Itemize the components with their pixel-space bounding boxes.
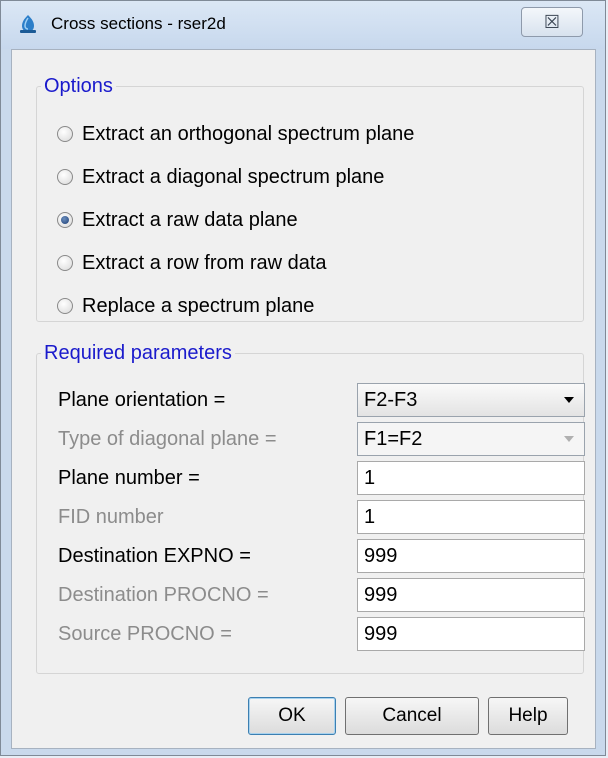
required-parameters-group: Required parameters Plane orientation = … (36, 342, 585, 674)
fid-number-label: FID number (58, 506, 164, 528)
destination-expno-input[interactable]: 999 (357, 539, 585, 573)
chevron-down-icon (564, 436, 574, 442)
app-icon (20, 15, 36, 33)
radio-diagonal-plane[interactable]: Extract a diagonal spectrum plane (57, 162, 384, 192)
radio-label: Replace a spectrum plane (82, 294, 315, 317)
destination-expno-label: Destination EXPNO = (58, 545, 251, 567)
dialog-body: Options Extract an orthogonal spectrum p… (11, 49, 596, 749)
source-procno-input[interactable]: 999 (357, 617, 585, 651)
radio-row-from-raw-data[interactable]: Extract a row from raw data (57, 248, 327, 278)
radio-label: Extract a row from raw data (82, 251, 327, 274)
plane-orientation-select[interactable]: F2-F3 (357, 383, 585, 417)
destination-procno-label: Destination PROCNO = (58, 584, 269, 606)
window-title: Cross sections - rser2d (51, 14, 226, 33)
radio-button[interactable] (57, 255, 73, 271)
plane-number-input[interactable]: 1 (357, 461, 585, 495)
cancel-button[interactable]: Cancel (345, 697, 479, 735)
radio-label: Extract an orthogonal spectrum plane (82, 122, 415, 145)
options-legend: Options (44, 75, 113, 97)
fid-number-input[interactable]: 1 (357, 500, 585, 534)
plane-number-label: Plane number = (58, 467, 200, 489)
title-bar[interactable]: Cross sections - rser2d ☒ (1, 1, 605, 49)
radio-label: Extract a diagonal spectrum plane (82, 165, 385, 188)
ok-button[interactable]: OK (248, 697, 336, 735)
radio-label: Extract a raw data plane (82, 208, 298, 231)
plane-orientation-value: F2-F3 (364, 389, 418, 411)
plane-orientation-label: Plane orientation = (58, 389, 226, 411)
diagonal-plane-type-label: Type of diagonal plane = (58, 428, 277, 450)
radio-button[interactable] (57, 126, 73, 142)
dialog-window: Cross sections - rser2d ☒ Options Extrac… (0, 0, 606, 756)
radio-replace-spectrum-plane[interactable]: Replace a spectrum plane (57, 291, 314, 321)
close-button[interactable]: ☒ (521, 7, 583, 37)
close-icon: ☒ (543, 11, 561, 32)
destination-procno-input[interactable]: 999 (357, 578, 585, 612)
parameters-legend: Required parameters (44, 342, 232, 364)
source-procno-label: Source PROCNO = (58, 623, 232, 645)
radio-button[interactable] (57, 169, 73, 185)
diagonal-plane-type-select: F1=F2 (357, 422, 585, 456)
diagonal-plane-type-value: F1=F2 (364, 428, 423, 450)
radio-button-selected[interactable] (57, 212, 73, 228)
radio-button[interactable] (57, 298, 73, 314)
chevron-down-icon[interactable] (564, 397, 574, 403)
help-button[interactable]: Help (488, 697, 568, 735)
options-group: Options Extract an orthogonal spectrum p… (36, 75, 584, 322)
radio-orthogonal-plane[interactable]: Extract an orthogonal spectrum plane (57, 119, 414, 149)
radio-raw-data-plane[interactable]: Extract a raw data plane (57, 205, 298, 235)
